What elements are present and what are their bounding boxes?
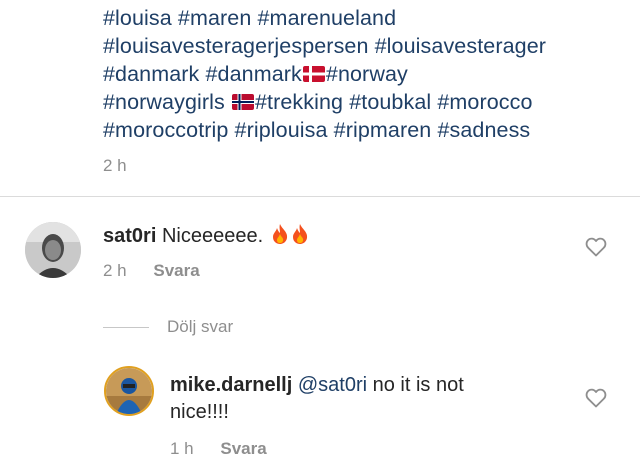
hashtag[interactable]: #louisa [103, 6, 172, 30]
hashtag[interactable]: #maren [178, 6, 252, 30]
hashtag[interactable]: #morocco [437, 90, 532, 114]
hashtag[interactable]: #norwaygirls [103, 90, 225, 114]
hashtag[interactable]: #riplouisa [235, 118, 328, 142]
fire-icon [291, 223, 309, 245]
hashtag-list: #louisa #maren #marenueland #louisaveste… [103, 4, 623, 144]
hashtag[interactable]: #danmark [205, 62, 301, 86]
hashtag[interactable]: #toubkal [349, 90, 431, 114]
denmark-flag-icon [302, 61, 325, 82]
reply-body: mike.darnellj @sat0ri no it is not nice!… [170, 372, 570, 426]
hashtag[interactable]: #louisavesterager [375, 34, 546, 58]
heart-outline-icon[interactable] [585, 388, 607, 408]
heart-outline-icon[interactable] [585, 237, 607, 257]
norway-flag-icon [231, 89, 254, 110]
reply-button[interactable]: Svara [153, 261, 199, 280]
divider [0, 196, 640, 197]
hashtag[interactable]: #danmark [103, 62, 199, 86]
hashtag[interactable]: #marenueland [258, 6, 397, 30]
hashtag[interactable]: #louisavesteragerjespersen [103, 34, 369, 58]
comment-username[interactable]: sat0ri [103, 225, 156, 247]
caption-timestamp: 2 h [103, 156, 127, 176]
hashtag[interactable]: #ripmaren [334, 118, 432, 142]
hashtag[interactable]: #sadness [437, 118, 530, 142]
reply-button[interactable]: Svara [220, 439, 266, 458]
comment-text: Niceeeeee. [161, 225, 264, 247]
mention-link[interactable]: @sat0ri [298, 374, 367, 396]
reply-username[interactable]: mike.darnellj [170, 374, 292, 396]
timestamp: 2 h [103, 261, 127, 280]
hashtag[interactable]: #trekking [255, 90, 343, 114]
comment-body: sat0ri Niceeeeee. [103, 223, 309, 250]
hide-replies-label: Dölj svar [167, 317, 234, 336]
hashtag[interactable]: #norway [326, 62, 408, 86]
hashtag[interactable]: #moroccotrip [103, 118, 228, 142]
fire-icon [271, 223, 289, 245]
avatar[interactable] [104, 366, 154, 416]
divider [103, 326, 149, 328]
reply-text-line1: no it is not [372, 374, 464, 396]
reply-text-line2: nice!!!! [170, 401, 229, 423]
avatar[interactable] [25, 222, 81, 278]
post-caption: #louisa #maren #marenueland #louisaveste… [103, 4, 623, 144]
reply-meta: 1 h Svara [170, 439, 267, 459]
comment-meta: 2 h Svara [103, 261, 200, 281]
hide-replies-button[interactable]: Dölj svar [103, 316, 233, 338]
timestamp: 2 h [103, 156, 127, 175]
timestamp: 1 h [170, 439, 194, 458]
